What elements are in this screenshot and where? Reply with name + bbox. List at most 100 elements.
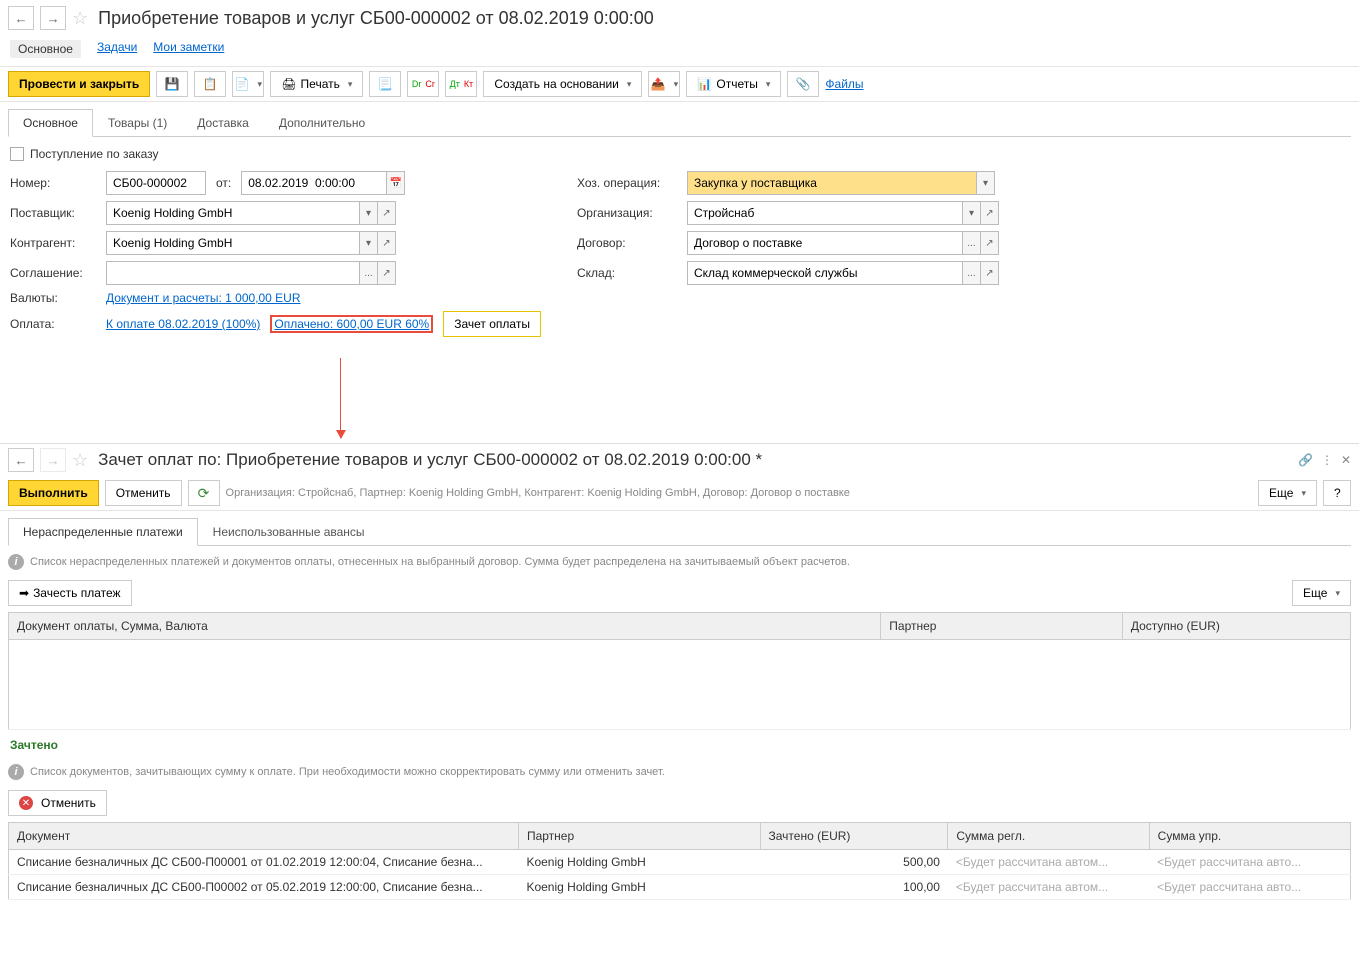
reports-dropdown[interactable]: 📊 Отчеты [686,71,781,97]
top-navigation: ← → ☆ Приобретение товаров и услуг СБ00-… [0,0,1359,36]
back-button[interactable]: ← [8,6,34,30]
table-row[interactable]: Списание безналичных ДС СБ00-П00002 от 0… [9,875,1351,900]
warehouse-label: Склад: [577,266,677,280]
col2-mgmt[interactable]: Сумма упр. [1149,823,1350,850]
subtabs: Основное Задачи Мои заметки [0,36,1359,66]
contract-open-icon[interactable]: ↗ [981,231,999,255]
agreement-input[interactable] [106,261,360,285]
credit-payment-button[interactable]: ➡ Зачесть платеж [8,580,132,606]
tab-extra[interactable]: Дополнительно [264,109,380,137]
offset-topbar: ← → ☆ Зачет оплат по: Приобретение товар… [0,443,1359,476]
back-button-2[interactable]: ← [8,448,34,472]
tab-unallocated[interactable]: Нераспределенные платежи [8,518,198,546]
forward-button[interactable]: → [40,6,66,30]
agreement-label: Соглашение: [10,266,96,280]
run-button[interactable]: Выполнить [8,480,99,506]
counterparty-input[interactable] [106,231,360,255]
payment-paid-link[interactable]: Оплачено: 600,00 EUR 60% [270,315,433,333]
by-order-checkbox[interactable] [10,147,24,161]
link-icon[interactable]: 🔗 [1298,453,1313,467]
dtkt-button[interactable]: ДтКт [445,71,477,97]
page-title: Приобретение товаров и услуг СБ00-000002… [98,8,654,29]
cancel-credit-button[interactable]: ✕ Отменить [8,790,107,816]
counterparty-dropdown-icon[interactable]: ▾ [360,231,378,255]
org-input[interactable] [687,201,963,225]
currency-link[interactable]: Документ и расчеты: 1 000,00 EUR [106,291,301,305]
contract-label: Договор: [577,236,677,250]
favorite-icon-2[interactable]: ☆ [72,450,88,471]
help-button[interactable]: ? [1323,480,1351,506]
offset-tabs: Нераспределенные платежи Неиспользованны… [8,517,1351,546]
more-dropdown[interactable]: Еще [1258,480,1317,506]
tab-delivery[interactable]: Доставка [182,109,264,137]
edi-dropdown[interactable]: 📤 [648,71,680,97]
credited-section-label: Зачтено [0,734,1359,756]
offset-title: Зачет оплат по: Приобретение товаров и у… [98,450,762,470]
supplier-dropdown-icon[interactable]: ▾ [360,201,378,225]
hint-2: i Список документов, зачитывающих сумму … [8,760,1351,784]
doc-tabs: Основное Товары (1) Доставка Дополнитель… [8,108,1351,137]
credited-table: Документ Партнер Зачтено (EUR) Сумма рег… [8,822,1351,900]
operation-input[interactable] [687,171,977,195]
operation-dropdown-icon[interactable]: ▾ [977,171,995,195]
post-close-button[interactable]: Провести и закрыть [8,71,150,97]
menu-icon[interactable]: ⋮ [1321,453,1333,467]
col-avail[interactable]: Доступно (EUR) [1122,613,1350,640]
agreement-select-icon[interactable]: ... [360,261,378,285]
col-partner[interactable]: Партнер [881,613,1123,640]
close-icon[interactable]: ✕ [1341,453,1351,467]
cancel-button[interactable]: Отменить [105,480,182,506]
post-button[interactable]: 📋 [194,71,226,97]
warehouse-select-icon[interactable]: ... [963,261,981,285]
tab-unused[interactable]: Неиспользованные авансы [198,518,380,546]
col2-doc[interactable]: Документ [9,823,519,850]
payment-due-link[interactable]: К оплате 08.02.2019 (100%) [106,317,260,331]
by-order-label: Поступление по заказу [30,147,159,161]
context-text: Организация: Стройснаб, Партнер: Koenig … [226,487,850,499]
supplier-input[interactable] [106,201,360,225]
number-input[interactable] [106,171,206,195]
more-dropdown-2[interactable]: Еще [1292,580,1351,606]
drcr-button[interactable]: DrCr [407,71,439,97]
subtab-main[interactable]: Основное [10,40,81,58]
operation-label: Хоз. операция: [577,176,677,190]
subtab-tasks[interactable]: Задачи [97,40,137,58]
date-input[interactable] [241,171,387,195]
supplier-open-icon[interactable]: ↗ [378,201,396,225]
org-open-icon[interactable]: ↗ [981,201,999,225]
save-button[interactable]: 💾 [156,71,188,97]
col2-credited[interactable]: Зачтено (EUR) [760,823,948,850]
create-based-dropdown[interactable]: Создать на основании [483,71,642,97]
refresh-button[interactable]: ⟳ [188,480,220,506]
tab-goods[interactable]: Товары (1) [93,109,182,137]
copy-dropdown[interactable]: 📄 [232,71,264,97]
attach-button[interactable]: 📎 [787,71,819,97]
files-link[interactable]: Файлы [825,77,863,91]
payment-offset-button[interactable]: Зачет оплаты [443,311,541,337]
contract-input[interactable] [687,231,963,255]
favorite-icon[interactable]: ☆ [72,8,88,29]
info-icon: i [8,554,24,570]
contract-select-icon[interactable]: ... [963,231,981,255]
table-row[interactable]: Списание безналичных ДС СБ00-П00001 от 0… [9,850,1351,875]
supplier-label: Поставщик: [10,206,96,220]
col-doc[interactable]: Документ оплаты, Сумма, Валюта [9,613,881,640]
tab-main[interactable]: Основное [8,109,93,137]
org-dropdown-icon[interactable]: ▾ [963,201,981,225]
warehouse-open-icon[interactable]: ↗ [981,261,999,285]
hint-1: i Список нераспределенных платежей и док… [8,550,1351,574]
counterparty-open-icon[interactable]: ↗ [378,231,396,255]
col2-partner[interactable]: Партнер [518,823,760,850]
currency-label: Валюты: [10,291,96,305]
table-row-empty [9,640,1351,730]
agreement-open-icon[interactable]: ↗ [378,261,396,285]
form-button[interactable]: 📃 [369,71,401,97]
col2-regl[interactable]: Сумма регл. [948,823,1149,850]
warehouse-input[interactable] [687,261,963,285]
subtab-notes[interactable]: Мои заметки [153,40,224,58]
number-label: Номер: [10,176,96,190]
counterparty-label: Контрагент: [10,236,96,250]
print-dropdown[interactable]: 🖨 Печать [270,71,363,97]
calendar-icon[interactable]: 📅 [387,171,405,195]
forward-button-2[interactable]: → [40,448,66,472]
